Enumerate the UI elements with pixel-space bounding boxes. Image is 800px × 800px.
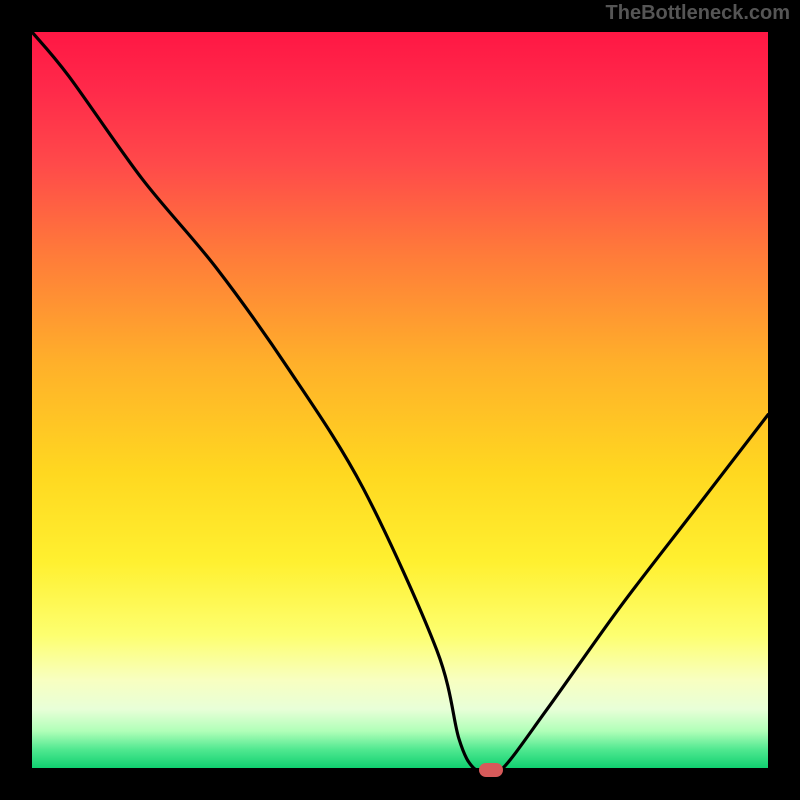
watermark-text: TheBottleneck.com [606, 2, 790, 25]
chart-plot-area [30, 30, 770, 770]
chart-curve [32, 32, 768, 768]
optimal-point-marker [479, 763, 503, 777]
